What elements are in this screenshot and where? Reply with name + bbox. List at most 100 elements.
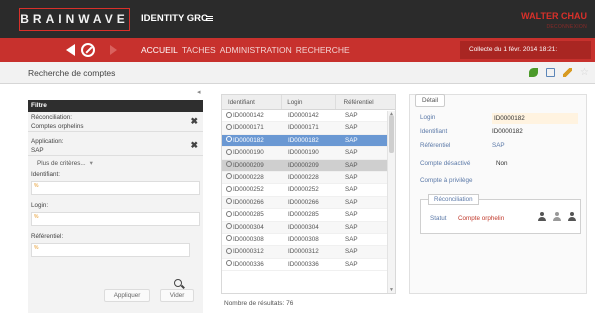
cell-identifiant-text: ID0000312 [233,248,264,256]
cell-identifiant: ID0000336 [222,259,283,270]
detail-label-login: Login [420,114,436,121]
more-criteria-dropdown[interactable]: Plus de critères... ▾ [37,160,203,167]
user-name[interactable]: WALTER CHAU [521,11,587,21]
clear-button[interactable]: Vider [160,289,194,302]
magnifier-icon[interactable] [226,185,232,192]
cell-login: ID0000171 [288,124,319,132]
cell-referentiel: SAP [345,198,358,206]
collapse-filter-icon[interactable]: ◂ [197,88,201,96]
table-row[interactable]: ID0000182 ID0000182 SAP [222,134,395,148]
nav-item-recherche[interactable]: RECHERCHE [296,45,350,55]
nav-item-administration[interactable]: ADMINISTRATION [220,45,292,55]
magnifier-icon[interactable] [226,136,232,143]
magnifier-icon[interactable] [226,123,232,130]
detail-value-identifiant: ID0000182 [492,128,523,135]
collect-selector[interactable]: Collecte du 1 févr. 2014 18:21: [460,41,591,59]
table-row[interactable]: ID0000304 ID0000304 SAP [222,221,395,234]
cell-referentiel: SAP [345,161,358,169]
table-row[interactable]: ID0000142 ID0000142 SAP [222,110,395,123]
cell-referentiel: SAP [345,112,358,119]
identifiant-input[interactable]: % [31,181,200,195]
table-row[interactable]: ID0000190 ID0000190 SAP [222,147,395,160]
criterion-application: Application: SAP ✖ [28,136,203,156]
magnifier-icon[interactable] [226,260,232,267]
magnifier-icon[interactable] [226,148,232,155]
detail-value-desactive: Non [496,160,508,167]
cell-referentiel: SAP [345,136,358,144]
scroll-down-icon[interactable]: ▼ [389,287,394,293]
magnifier-icon[interactable] [226,111,232,118]
search-icon[interactable] [174,279,182,287]
magnifier-icon[interactable] [226,247,232,254]
column-header-login[interactable]: Login [282,95,336,109]
cell-login: ID0000190 [288,149,319,157]
magnifier-icon[interactable] [226,161,232,168]
page-title: Recherche de comptes [28,68,116,78]
table-row[interactable]: ID0000336 ID0000336 SAP [222,258,395,272]
cell-login: ID0000142 [288,112,319,119]
cell-identifiant: ID0000171 [222,122,283,133]
cell-referentiel: SAP [345,235,358,243]
identifiant-label: Identifiant: [31,171,61,178]
home-icon[interactable] [81,43,95,57]
detail-value-referentiel[interactable]: SAP [492,142,505,149]
results-count: Nombre de résultats: 76 [224,300,294,307]
referentiel-label: Référentiel: [31,233,64,240]
user-icon[interactable] [538,212,546,222]
cell-identifiant-text: ID0000308 [233,235,264,243]
login-input[interactable]: % [31,212,200,226]
forward-arrow-icon[interactable] [110,45,117,55]
table-row[interactable]: ID0000171 ID0000171 SAP [222,122,395,135]
grid-rows: ID0000142 ID0000142 SAP ID0000171 ID0000171 S… [222,110,395,272]
user-icon[interactable] [568,212,576,222]
magnifier-icon[interactable] [226,210,232,217]
back-arrow-icon[interactable] [66,44,75,56]
cell-login: ID0000285 [288,211,319,219]
magnifier-icon[interactable] [226,235,232,242]
magnifier-icon[interactable] [226,173,232,180]
remove-criterion-icon[interactable]: ✖ [190,117,198,126]
table-row[interactable]: ID0000266 ID0000266 SAP [222,196,395,210]
screen-icon[interactable] [546,68,555,77]
cell-referentiel: SAP [345,124,358,132]
scroll-thumb[interactable] [389,115,394,153]
leaf-icon[interactable] [529,68,538,77]
detail-label-desactive: Compte désactivé [420,160,471,167]
detail-label-referentiel: Référentiel [420,142,451,149]
criterion-key: Réconciliation: [31,114,72,121]
pencil-icon[interactable] [563,68,572,77]
menu-icon[interactable] [206,16,213,21]
cell-identifiant-text: ID0000336 [233,260,264,268]
table-row[interactable]: ID0000285 ID0000285 SAP [222,209,395,222]
reconciliation-title: Réconciliation [428,194,479,205]
nav-menu: ACCUEIL TACHES ADMINISTRATION RECHERCHE [141,45,354,55]
table-row[interactable]: ID0000252 ID0000252 SAP [222,184,395,197]
column-header-referentiel[interactable]: Référentiel [336,95,395,109]
apply-button[interactable]: Appliquer [104,289,150,302]
cell-identifiant: ID0000285 [222,209,283,220]
grid-header: Identifiant Login Référentiel [222,95,395,110]
grid-scrollbar[interactable]: ▲ ▼ [387,111,395,293]
user-outline-icon[interactable] [553,212,561,222]
table-row[interactable]: ID0000308 ID0000308 SAP [222,233,395,247]
magnifier-icon[interactable] [226,223,232,230]
cell-identifiant: ID0000142 [222,110,283,121]
logout-link[interactable]: DECONNEXION [546,24,587,30]
nav-item-taches[interactable]: TACHES [182,45,216,55]
star-icon[interactable]: ☆ [580,68,589,78]
cell-referentiel: SAP [345,211,358,219]
cell-identifiant-text: ID0000228 [233,173,264,181]
table-row[interactable]: ID0000228 ID0000228 SAP [222,171,395,185]
login-value: % [34,214,39,220]
table-row[interactable]: ID0000209 ID0000209 SAP [222,159,395,172]
nav-item-accueil[interactable]: ACCUEIL [141,45,178,55]
cell-login: ID0000312 [288,248,319,256]
magnifier-icon[interactable] [226,198,232,205]
tab-detail[interactable]: Détail [415,94,446,107]
cell-identifiant: ID0000209 [222,160,283,171]
remove-criterion-icon[interactable]: ✖ [190,141,198,150]
brainwave-logo[interactable]: BRAINWAVE [19,8,130,31]
referentiel-input[interactable]: % [31,243,190,257]
table-row[interactable]: ID0000312 ID0000312 SAP [222,246,395,259]
column-header-identifiant[interactable]: Identifiant [222,95,283,109]
